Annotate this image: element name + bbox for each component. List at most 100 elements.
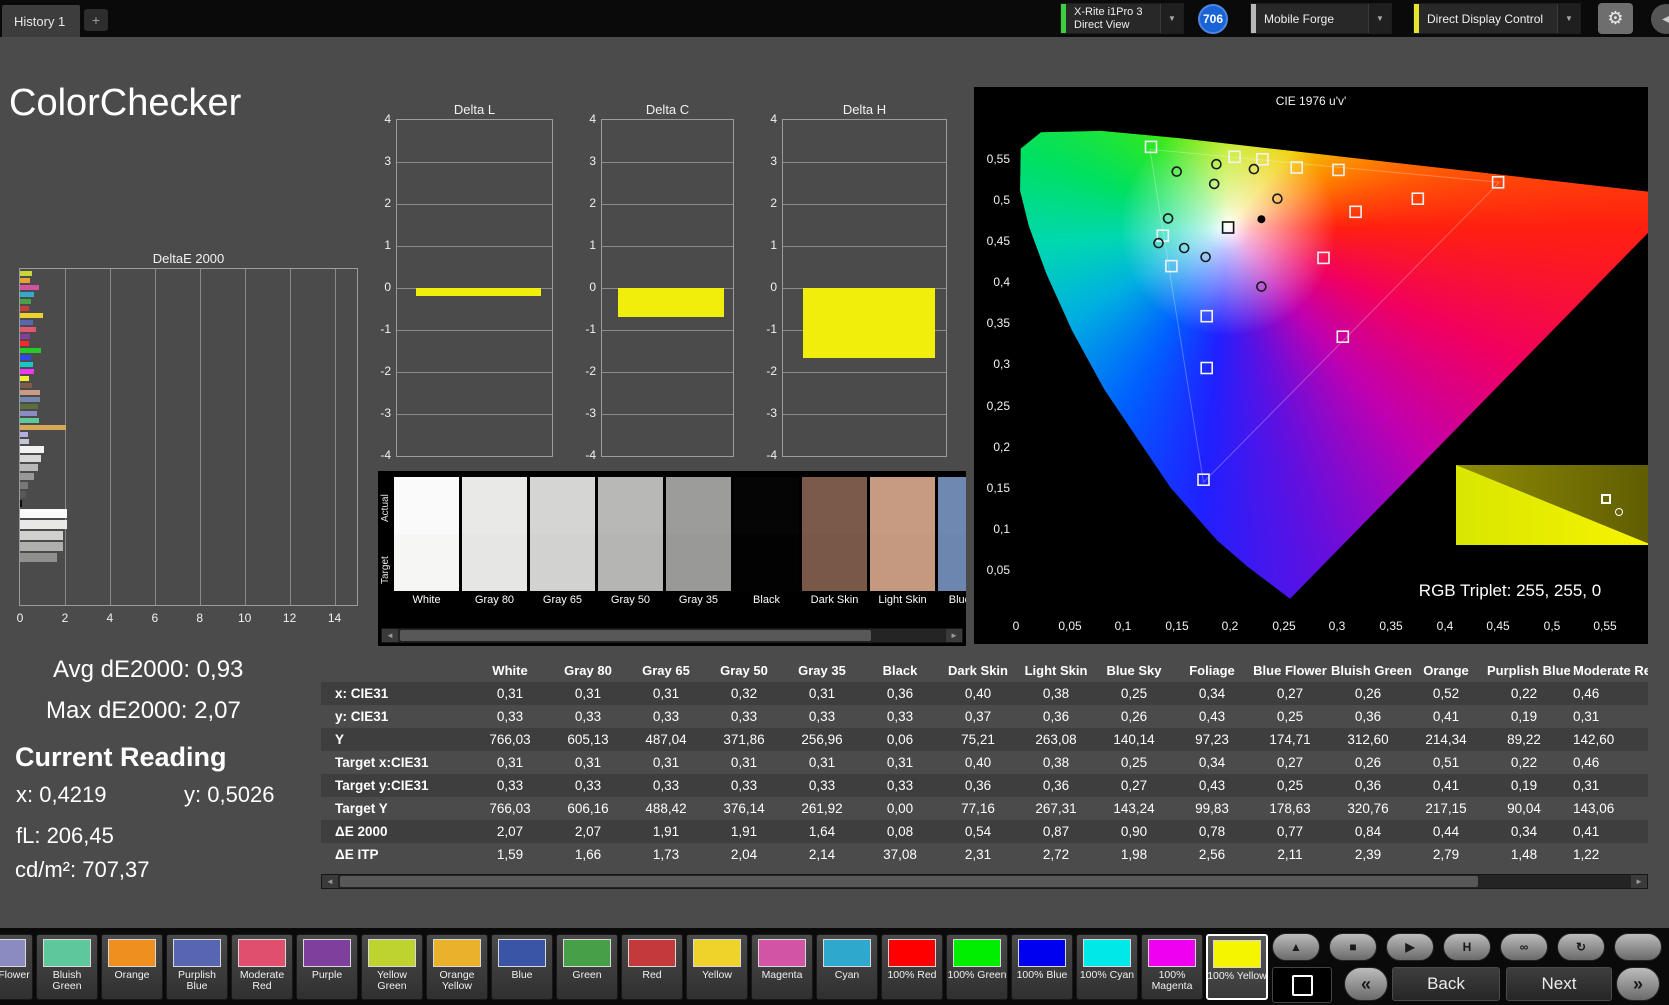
- deltae-bar: [20, 455, 42, 462]
- pattern-source-dropdown[interactable]: Mobile Forge ▼: [1250, 3, 1392, 34]
- target-swatch-half: [938, 534, 966, 591]
- scrollbar-track[interactable]: [398, 629, 946, 642]
- continuous-button[interactable]: ∞: [1500, 933, 1548, 961]
- eject-icon: ▲: [1290, 940, 1302, 954]
- table-cell: 2,72: [1042, 847, 1070, 862]
- patch-button-label: 100% Cyan: [1079, 969, 1135, 981]
- patch-button-100-blue[interactable]: 100% Blue: [1011, 934, 1073, 1000]
- settings-button[interactable]: ⚙: [1598, 3, 1633, 34]
- measurement-count-badge[interactable]: 706: [1198, 4, 1228, 34]
- column-header: Gray 50: [720, 662, 768, 678]
- deltae-bar: [20, 397, 41, 402]
- eject-button[interactable]: ▲: [1272, 933, 1320, 961]
- swatch-label: White: [412, 594, 441, 606]
- axis-tick-label: -1: [585, 322, 596, 336]
- patch-color-swatch: [43, 939, 91, 967]
- patch-button-orange-yellow[interactable]: Orange Yellow: [426, 934, 488, 1000]
- repeat-button[interactable]: ↻: [1557, 933, 1605, 961]
- pattern-window-button[interactable]: [1272, 967, 1332, 1003]
- delta-l-chart-title: Delta L: [453, 102, 496, 117]
- chevron-down-icon[interactable]: ▼: [1368, 4, 1391, 33]
- meter-mode: Direct View: [1074, 18, 1130, 31]
- pause-button[interactable]: H: [1443, 933, 1491, 961]
- table-row: ΔE 2000 2,07 2,07 1,91 1,91 1,64 0,08 0,54 0,87 0…: [321, 820, 1648, 843]
- scrollbar-thumb[interactable]: [340, 876, 1478, 887]
- swatch-strip-scrollbar[interactable]: ◄ ►: [381, 628, 963, 643]
- patch-button-100-yellow[interactable]: 100% Yellow: [1206, 934, 1268, 1000]
- table-corner: [321, 658, 471, 682]
- patch-button-blue-flower[interactable]: Blue Flower: [0, 934, 33, 1000]
- results-table-scrollbar[interactable]: ◄ ►: [321, 874, 1648, 889]
- table-cell: 0,31: [886, 755, 914, 770]
- table-cell: 256,96: [801, 732, 843, 747]
- patch-button-blue[interactable]: Blue: [491, 934, 553, 1000]
- source-label: Mobile Forge: [1264, 11, 1335, 26]
- extra-button[interactable]: [1614, 933, 1662, 961]
- patch-button-cyan[interactable]: Cyan: [816, 934, 878, 1000]
- table-cell: 0,37: [964, 709, 992, 724]
- patch-button-100-magenta[interactable]: 100% Magenta: [1141, 934, 1203, 1000]
- patch-button-green[interactable]: Green: [556, 934, 618, 1000]
- axis-tick-label: -2: [380, 364, 391, 378]
- table-cell: 0,27: [1276, 755, 1304, 770]
- next-button[interactable]: Next: [1506, 967, 1612, 1001]
- patch-button-orange[interactable]: Orange: [101, 934, 163, 1000]
- scroll-right-icon[interactable]: ►: [946, 629, 962, 642]
- display-control-dropdown[interactable]: Direct Display Control ▼: [1413, 3, 1581, 34]
- collapse-panel-button[interactable]: ◀: [1651, 4, 1669, 34]
- patch-button-yellow[interactable]: Yellow: [686, 934, 748, 1000]
- deltae-bar: [20, 369, 34, 374]
- patch-button-purplish-blue[interactable]: Purplish Blue: [166, 934, 228, 1000]
- meter-dropdown[interactable]: X-Rite i1Pro 3 Direct View ▼: [1060, 3, 1184, 34]
- deltae-bar: [20, 383, 33, 388]
- scroll-left-icon[interactable]: ◄: [382, 629, 398, 642]
- axis-tick-label: 0,5: [993, 193, 1010, 207]
- deltae-bar: [20, 425, 67, 430]
- deltae-bar: [20, 320, 33, 325]
- patch-button-moderate-red[interactable]: Moderate Red: [231, 934, 293, 1000]
- axis-tick-label: 0,4: [993, 275, 1010, 289]
- add-tab-button[interactable]: +: [84, 9, 108, 31]
- table-row: Y 766,03 605,13 487,04 371,86 256,96 0,06 75,21…: [321, 728, 1648, 751]
- patch-button-magenta[interactable]: Magenta: [751, 934, 813, 1000]
- next-chevron-button[interactable]: »: [1616, 967, 1660, 1001]
- patch-button-label: Magenta: [761, 969, 803, 981]
- back-button[interactable]: Back: [1392, 967, 1500, 1001]
- row-label: ΔE ITP: [335, 847, 379, 862]
- axis-tick-label: 0,1: [1114, 619, 1132, 633]
- deltae-bar: [20, 390, 40, 395]
- table-cell: 1,91: [730, 824, 758, 839]
- actual-swatch-half: [530, 477, 595, 534]
- dl-bar: [415, 288, 542, 296]
- previous-chevron-button[interactable]: «: [1344, 967, 1388, 1001]
- scroll-right-icon[interactable]: ►: [1631, 875, 1647, 888]
- axis-tick-label: 0: [1012, 619, 1020, 633]
- scrollbar-thumb[interactable]: [400, 630, 872, 641]
- scrollbar-track[interactable]: [338, 875, 1631, 888]
- patch-button-100-cyan[interactable]: 100% Cyan: [1076, 934, 1138, 1000]
- delta-h-chart: 4 3 2 1 0 -1 -2 -3 -4: [766, 112, 947, 462]
- axis-tick-label: 3: [589, 154, 596, 168]
- patch-button-bluish-green[interactable]: Bluish Green: [36, 934, 98, 1000]
- gridline: [397, 414, 552, 415]
- patch-button-yellow-green[interactable]: Yellow Green: [361, 934, 423, 1000]
- patch-button-100-red[interactable]: 100% Red: [881, 934, 943, 1000]
- gridline: [783, 162, 946, 163]
- gridline: [602, 372, 733, 373]
- axis-tick-label: 0,5: [1543, 619, 1561, 633]
- tab-history-1[interactable]: History 1: [2, 5, 80, 37]
- stop-button[interactable]: ■: [1329, 933, 1377, 961]
- table-cell: 487,04: [645, 732, 687, 747]
- column-header: Orange: [1423, 662, 1469, 678]
- chevron-down-icon[interactable]: ▼: [1557, 4, 1580, 33]
- play-button[interactable]: ▶: [1386, 933, 1434, 961]
- chevron-down-icon[interactable]: ▼: [1160, 4, 1183, 33]
- axis-tick-label: 0,25: [986, 399, 1010, 413]
- patch-button-100-green[interactable]: 100% Green: [946, 934, 1008, 1000]
- table-cell: 75,21: [961, 732, 995, 747]
- table-cell: 0,41: [1432, 778, 1460, 793]
- scroll-left-icon[interactable]: ◄: [322, 875, 338, 888]
- rgb-target-marker: [1601, 493, 1612, 504]
- patch-button-purple[interactable]: Purple: [296, 934, 358, 1000]
- patch-button-red[interactable]: Red: [621, 934, 683, 1000]
